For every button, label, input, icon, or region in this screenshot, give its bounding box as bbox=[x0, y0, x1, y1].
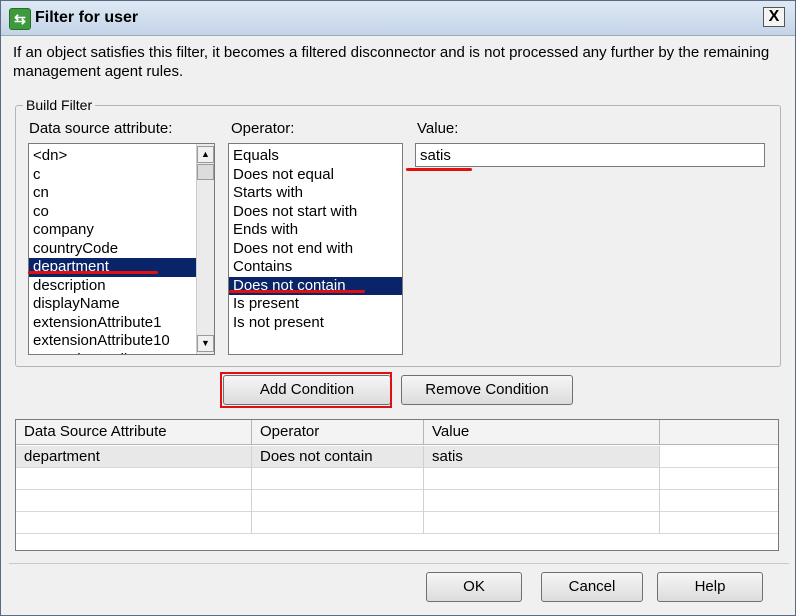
list-item[interactable]: company bbox=[29, 221, 198, 240]
list-item[interactable]: Is present bbox=[229, 295, 402, 314]
filter-dialog: ⇆ Filter for user X If an object satisfi… bbox=[0, 0, 796, 616]
list-item[interactable]: Does not end with bbox=[229, 240, 402, 259]
scroll-thumb[interactable] bbox=[197, 164, 214, 180]
list-item[interactable]: cn bbox=[29, 184, 198, 203]
empty-cell bbox=[16, 468, 252, 490]
empty-row bbox=[16, 512, 778, 534]
list-item[interactable]: extensionAttribute11 bbox=[29, 351, 198, 355]
empty-row bbox=[16, 468, 778, 490]
column-header-value[interactable]: Value bbox=[424, 420, 660, 444]
cell-operator: Does not contain bbox=[252, 446, 424, 468]
conditions-grid[interactable]: Data Source Attribute Operator Value dep… bbox=[15, 419, 779, 551]
empty-cell bbox=[660, 512, 778, 534]
empty-cell bbox=[252, 490, 424, 512]
list-item[interactable]: co bbox=[29, 203, 198, 222]
list-item[interactable]: Does not start with bbox=[229, 203, 402, 222]
build-filter-legend: Build Filter bbox=[23, 97, 96, 113]
value-input[interactable] bbox=[415, 143, 765, 167]
column-header-operator[interactable]: Operator bbox=[252, 420, 424, 444]
empty-cell bbox=[424, 512, 660, 534]
list-item[interactable]: description bbox=[29, 277, 198, 296]
list-item[interactable]: Does not equal bbox=[229, 166, 402, 185]
highlight-mark-operator bbox=[229, 290, 365, 293]
empty-cell bbox=[16, 512, 252, 534]
empty-cell bbox=[424, 490, 660, 512]
empty-cell bbox=[252, 468, 424, 490]
operator-label: Operator: bbox=[231, 120, 295, 137]
empty-cell bbox=[16, 490, 252, 512]
list-item[interactable]: extensionAttribute1 bbox=[29, 314, 198, 333]
cancel-button[interactable]: Cancel bbox=[541, 572, 643, 602]
empty-row bbox=[16, 490, 778, 512]
remove-condition-button[interactable]: Remove Condition bbox=[401, 375, 573, 405]
dialog-title: Filter for user bbox=[35, 9, 139, 26]
cell-attribute: department bbox=[16, 446, 252, 468]
filter-description: If an object satisfies this filter, it b… bbox=[13, 44, 770, 80]
list-item[interactable]: Starts with bbox=[229, 184, 402, 203]
column-header-attribute[interactable]: Data Source Attribute bbox=[16, 420, 252, 444]
grid-header: Data Source Attribute Operator Value bbox=[16, 420, 778, 445]
list-item[interactable]: Is not present bbox=[229, 314, 402, 333]
attribute-listbox[interactable]: <dn> c cn co company countryCode departm… bbox=[28, 143, 215, 355]
highlight-box-add bbox=[220, 372, 392, 408]
list-item[interactable]: extensionAttribute10 bbox=[29, 332, 198, 351]
help-button[interactable]: Help bbox=[657, 572, 763, 602]
column-header-extra bbox=[660, 420, 778, 444]
value-label: Value: bbox=[417, 120, 459, 137]
highlight-mark-value bbox=[406, 168, 472, 171]
empty-cell bbox=[424, 468, 660, 490]
list-item[interactable]: <dn> bbox=[29, 147, 198, 166]
empty-cell bbox=[660, 490, 778, 512]
empty-cell bbox=[252, 512, 424, 534]
ok-button[interactable]: OK bbox=[426, 572, 522, 602]
attribute-label: Data source attribute: bbox=[29, 120, 173, 137]
empty-cell bbox=[660, 468, 778, 490]
cell-value: satis bbox=[424, 446, 660, 468]
operator-listbox[interactable]: Equals Does not equal Starts with Does n… bbox=[228, 143, 403, 355]
highlight-mark-attribute bbox=[28, 271, 158, 274]
list-item[interactable]: Ends with bbox=[229, 221, 402, 240]
close-button[interactable]: X bbox=[763, 7, 785, 27]
list-item[interactable]: displayName bbox=[29, 295, 198, 314]
list-item[interactable]: countryCode bbox=[29, 240, 198, 259]
scroll-down-icon[interactable]: ▼ bbox=[197, 335, 214, 352]
list-item[interactable]: c bbox=[29, 166, 198, 185]
attribute-scrollbar[interactable]: ▲ ▼ bbox=[196, 144, 214, 354]
cell-extra bbox=[660, 446, 778, 468]
arrows-icon: ⇆ bbox=[9, 8, 31, 30]
table-row[interactable]: department Does not contain satis bbox=[16, 446, 778, 468]
list-item[interactable]: Contains bbox=[229, 258, 402, 277]
scroll-up-icon[interactable]: ▲ bbox=[197, 146, 214, 163]
footer-divider bbox=[9, 563, 789, 564]
list-item[interactable]: Equals bbox=[229, 147, 402, 166]
title-bar: ⇆ Filter for user X bbox=[1, 1, 795, 36]
